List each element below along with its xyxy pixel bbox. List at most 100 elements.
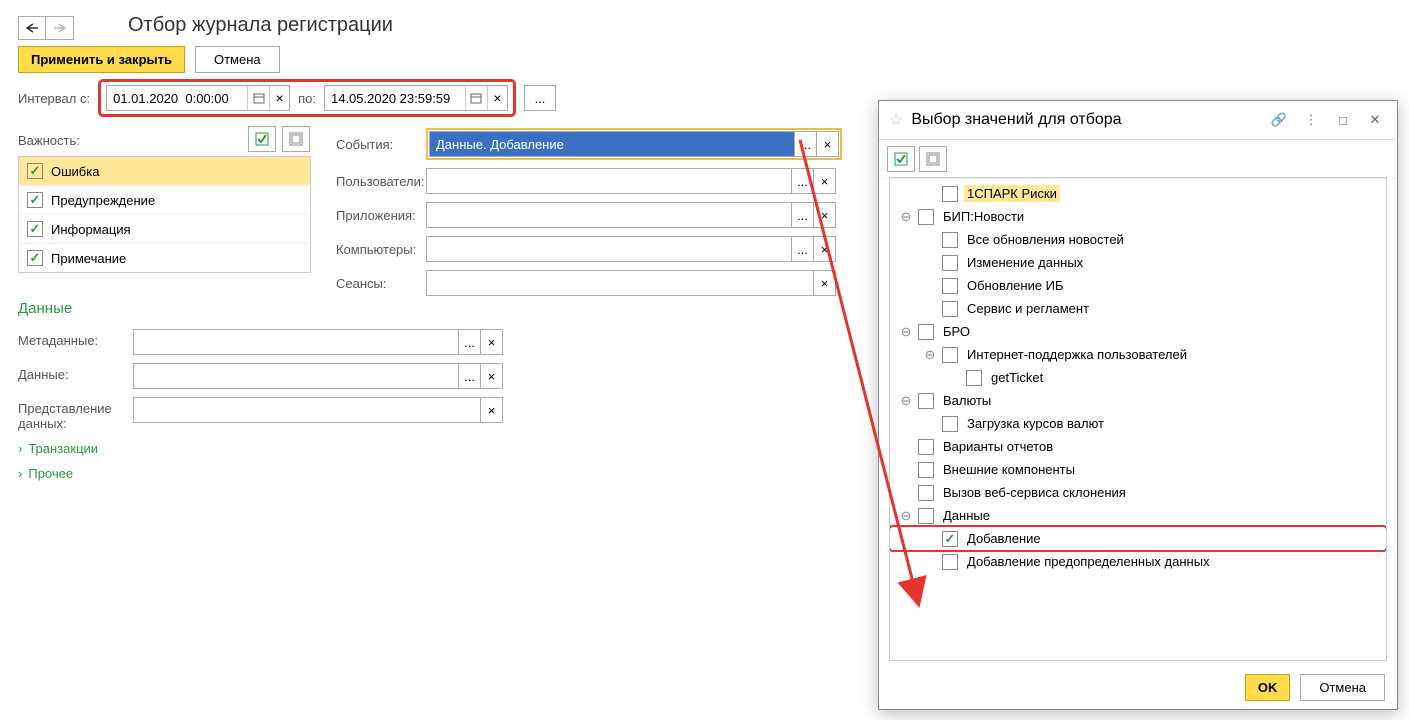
checkbox-icon[interactable] xyxy=(918,393,934,409)
checkbox-icon[interactable] xyxy=(918,439,934,455)
popup-cancel-button[interactable]: Отмена xyxy=(1300,674,1385,701)
tree-row[interactable]: Сервис и регламент xyxy=(890,297,1386,320)
popup-uncheck-all-button[interactable] xyxy=(919,146,947,172)
tree-label: Добавление предопределенных данных xyxy=(964,553,1213,570)
tree-row[interactable]: Добавление предопределенных данных xyxy=(890,550,1386,573)
events-select-button[interactable]: ... xyxy=(795,131,817,157)
tree-row[interactable]: Обновление ИБ xyxy=(890,274,1386,297)
apply-close-button[interactable]: Применить и закрыть xyxy=(18,46,185,73)
tree-row[interactable]: Вызов веб-сервиса склонения xyxy=(890,481,1386,504)
checkbox-icon[interactable] xyxy=(942,255,958,271)
checkbox-icon[interactable] xyxy=(942,416,958,432)
checkbox-icon[interactable] xyxy=(966,370,982,386)
uncheck-all-button[interactable] xyxy=(282,126,310,152)
tree-row[interactable]: 1СПАРК Риски xyxy=(890,182,1386,205)
checkbox-icon[interactable]: ✓ xyxy=(27,163,43,179)
sessions-clear-button[interactable]: × xyxy=(814,270,836,296)
calendar-icon[interactable] xyxy=(247,86,269,110)
apps-input[interactable] xyxy=(426,202,792,228)
checkbox-icon[interactable] xyxy=(918,324,934,340)
checkbox-icon[interactable] xyxy=(942,301,958,317)
users-input[interactable] xyxy=(426,168,792,194)
checkbox-icon[interactable] xyxy=(942,232,958,248)
data-input[interactable] xyxy=(133,363,459,389)
interval-edit-button[interactable]: ... xyxy=(524,85,556,111)
metadata-clear-button[interactable]: × xyxy=(481,329,503,355)
users-clear-button[interactable]: × xyxy=(814,168,836,194)
importance-item-label: Примечание xyxy=(51,251,126,266)
favorite-icon[interactable]: ☆ xyxy=(889,110,903,130)
checkbox-icon[interactable] xyxy=(918,508,934,524)
tree-row[interactable]: ⊖БИП:Новости xyxy=(890,205,1386,228)
importance-item-label: Информация xyxy=(51,222,131,237)
nav-back-button[interactable] xyxy=(18,16,46,40)
close-icon[interactable]: ✕ xyxy=(1363,109,1387,131)
importance-item[interactable]: ✓Предупреждение xyxy=(19,186,310,215)
interval-label: Интервал с: xyxy=(18,91,90,106)
interval-from-clear[interactable]: × xyxy=(269,86,289,110)
popup-check-all-button[interactable] xyxy=(887,146,915,172)
checkbox-icon[interactable]: ✓ xyxy=(942,531,958,547)
other-toggle[interactable]: ›Прочее xyxy=(18,466,503,481)
tree-toggle-icon[interactable]: ⊖ xyxy=(900,393,912,409)
check-all-button[interactable] xyxy=(248,126,276,152)
checkbox-icon[interactable] xyxy=(918,462,934,478)
events-input[interactable] xyxy=(429,131,795,157)
tree-toggle-icon[interactable]: ⊖ xyxy=(924,347,936,363)
importance-item[interactable]: ✓ Примечание xyxy=(19,244,310,272)
checkbox-icon[interactable]: ✓ xyxy=(27,221,43,237)
link-icon[interactable]: 🔗 xyxy=(1267,109,1291,131)
tree-toggle-icon[interactable]: ⊖ xyxy=(900,324,912,340)
metadata-input[interactable] xyxy=(133,329,459,355)
nav-forward-button[interactable] xyxy=(46,16,74,40)
tree-row[interactable]: Все обновления новостей xyxy=(890,228,1386,251)
tree-row[interactable]: Загрузка курсов валют xyxy=(890,412,1386,435)
tree-row[interactable]: ⊖Данные xyxy=(890,504,1386,527)
checkbox-icon[interactable] xyxy=(918,485,934,501)
cancel-button[interactable]: Отмена xyxy=(195,46,280,73)
calendar-icon[interactable] xyxy=(465,86,487,110)
tree-toggle-icon[interactable]: ⊖ xyxy=(900,209,912,225)
repr-input[interactable] xyxy=(133,397,481,423)
interval-to-clear[interactable]: × xyxy=(487,86,507,110)
tree-label: 1СПАРК Риски xyxy=(964,185,1060,202)
metadata-select-button[interactable]: ... xyxy=(459,329,481,355)
computers-input[interactable] xyxy=(426,236,792,262)
popup-ok-button[interactable]: OK xyxy=(1245,674,1291,701)
checkbox-icon[interactable] xyxy=(942,347,958,363)
tree-row[interactable]: ⊖Валюты xyxy=(890,389,1386,412)
importance-item[interactable]: ✓ Информация xyxy=(19,215,310,244)
check-all-icon xyxy=(255,132,269,146)
events-clear-button[interactable]: × xyxy=(817,131,839,157)
checkbox-icon[interactable] xyxy=(942,554,958,570)
tree-list[interactable]: 1СПАРК Риски ⊖БИП:НовостиВсе обновления н… xyxy=(889,177,1387,661)
users-select-button[interactable]: ... xyxy=(792,168,814,194)
tree-row[interactable]: Варианты отчетов xyxy=(890,435,1386,458)
tree-row[interactable]: getTicket xyxy=(890,366,1386,389)
tree-row[interactable]: Внешние компоненты xyxy=(890,458,1386,481)
tree-toggle-icon[interactable]: ⊖ xyxy=(900,508,912,524)
more-icon[interactable]: ⋮ xyxy=(1299,109,1323,131)
interval-from-input[interactable] xyxy=(107,86,247,110)
checkbox-icon[interactable]: ✓ xyxy=(27,250,43,266)
checkbox-icon[interactable] xyxy=(918,209,934,225)
maximize-icon[interactable]: □ xyxy=(1331,109,1355,131)
tree-row[interactable]: ✓Добавление xyxy=(890,527,1386,550)
importance-item[interactable]: ✓Ошибка xyxy=(19,157,310,186)
checkbox-icon[interactable]: ✓ xyxy=(27,192,43,208)
repr-clear-button[interactable]: × xyxy=(481,397,503,423)
tree-row[interactable]: ⊖Интернет-поддержка пользователей xyxy=(890,343,1386,366)
checkbox-icon[interactable] xyxy=(942,278,958,294)
apps-select-button[interactable]: ... xyxy=(792,202,814,228)
computers-select-button[interactable]: ... xyxy=(792,236,814,262)
checkbox-icon[interactable] xyxy=(942,186,958,202)
tree-row[interactable]: ⊖БРО xyxy=(890,320,1386,343)
computers-clear-button[interactable]: × xyxy=(814,236,836,262)
data-select-button[interactable]: ... xyxy=(459,363,481,389)
sessions-input[interactable] xyxy=(426,270,814,296)
tree-row[interactable]: Изменение данных xyxy=(890,251,1386,274)
apps-clear-button[interactable]: × xyxy=(814,202,836,228)
data-clear-button[interactable]: × xyxy=(481,363,503,389)
transactions-toggle[interactable]: ›Транзакции xyxy=(18,441,503,456)
interval-to-input[interactable] xyxy=(325,86,465,110)
